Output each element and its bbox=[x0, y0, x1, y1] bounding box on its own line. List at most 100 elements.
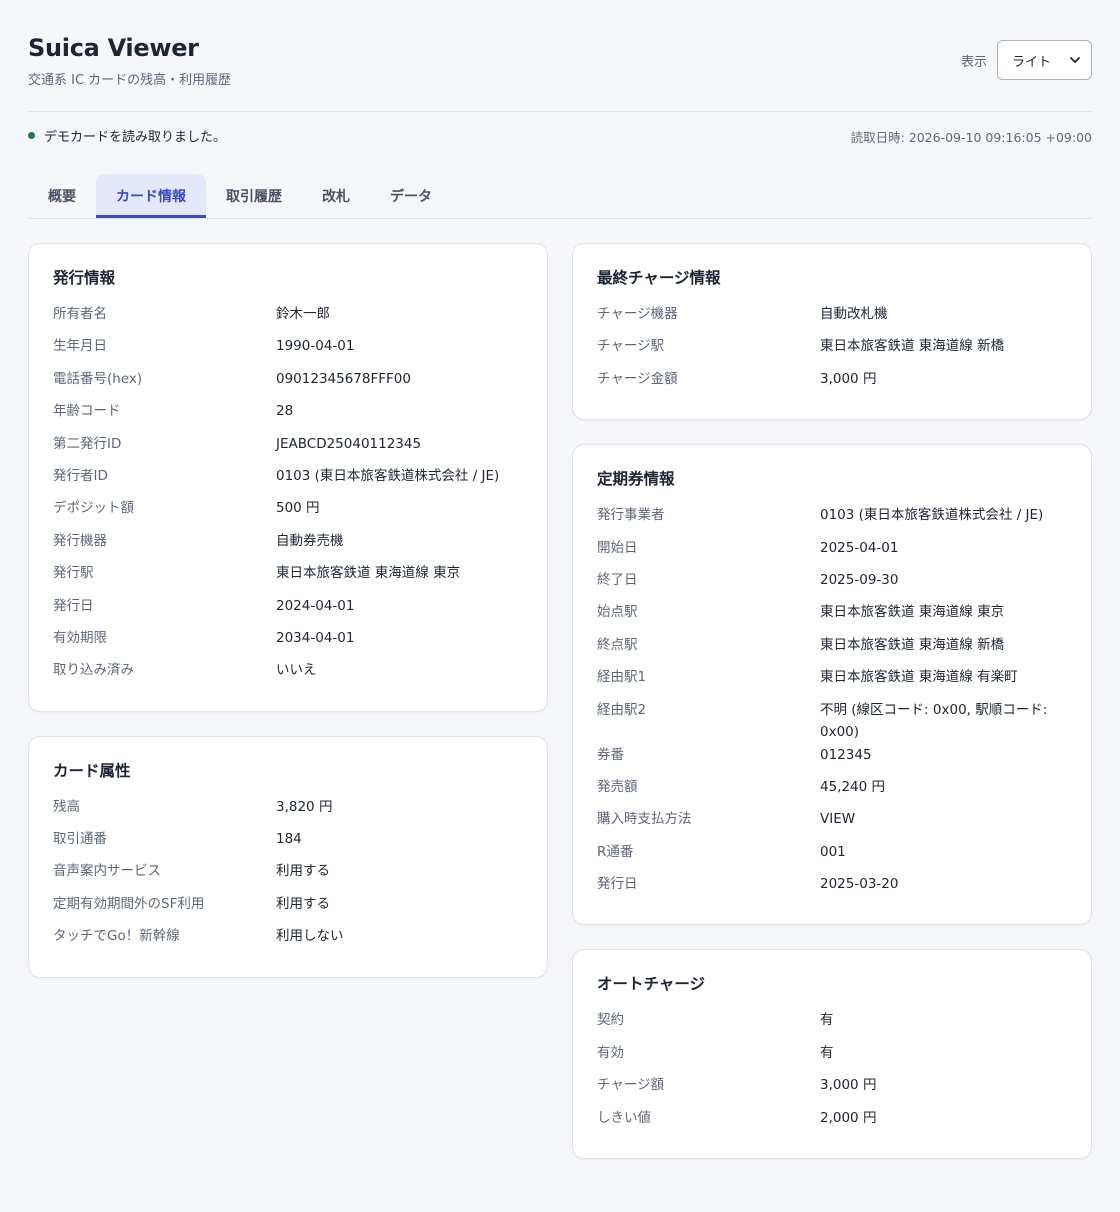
kv-row: 有効 有 bbox=[597, 1041, 1067, 1073]
kv-row: しきい値 2,000 円 bbox=[597, 1106, 1067, 1138]
kv-value: 有 bbox=[820, 1044, 834, 1061]
tab-gate[interactable]: 改札 bbox=[302, 174, 370, 218]
kv-label: R通番 bbox=[597, 843, 634, 860]
kv-row: 経由駅2 不明 (線区コード: 0x00, 駅順コード: 0x00) bbox=[597, 698, 1067, 743]
app-title: Suica Viewer bbox=[28, 34, 199, 62]
kv-row: チャージ機器 自動改札機 bbox=[597, 302, 1067, 334]
kv-label: デポジット額 bbox=[53, 500, 134, 517]
kv-value: 09012345678FFF00 bbox=[276, 370, 411, 387]
kv-row: 券番 012345 bbox=[597, 743, 1067, 775]
kv-row: 音声案内サービス 利用する bbox=[53, 859, 523, 891]
commuter-pass-card: 定期券情報 発行事業者 0103 (東日本旅客鉄道株式会社 / JE) 開始日 202… bbox=[572, 444, 1092, 926]
theme-select[interactable]: ライト bbox=[997, 40, 1092, 80]
kv-value: 東日本旅客鉄道 東海道線 有楽町 bbox=[820, 669, 1018, 686]
kv-label: 終点駅 bbox=[597, 636, 638, 653]
kv-row: タッチでGo！新幹線 利用しない bbox=[53, 924, 523, 956]
kv-value: 2,000 円 bbox=[820, 1109, 877, 1126]
kv-value: 3,000 円 bbox=[820, 1077, 877, 1094]
kv-label: 終了日 bbox=[597, 571, 638, 588]
kv-list: 所有者名 鈴木一郎 生年月日 1990-04-01 電話番号(hex) 090123456… bbox=[53, 302, 523, 691]
kv-value: 東日本旅客鉄道 東海道線 新橋 bbox=[820, 636, 1005, 653]
kv-value: 東日本旅客鉄道 東海道線 東京 bbox=[820, 604, 1005, 621]
kv-label: 発行駅 bbox=[53, 565, 94, 582]
kv-value: 3,820 円 bbox=[276, 798, 333, 815]
kv-value: 東日本旅客鉄道 東海道線 新橋 bbox=[820, 338, 1005, 355]
tab-card-info[interactable]: カード情報 bbox=[96, 174, 206, 218]
kv-value: 利用する bbox=[276, 863, 330, 880]
kv-label: チャージ駅 bbox=[597, 338, 665, 355]
card-title: 最終チャージ情報 bbox=[597, 269, 721, 287]
issue-info-card: 発行情報 所有者名 鈴木一郎 生年月日 1990-04-01 電話番号(hex) 0901… bbox=[28, 243, 548, 712]
kv-row: 発行機器 自動券売機 bbox=[53, 529, 523, 561]
kv-label: 発行機器 bbox=[53, 532, 107, 549]
kv-row: 有効期限 2034-04-01 bbox=[53, 626, 523, 658]
status-bar: デモカードを読み取りました。 読取日時: 2026-09-10 09:16:05… bbox=[28, 112, 1092, 156]
kv-value: 自動券売機 bbox=[276, 532, 344, 549]
theme-select-value: ライト bbox=[1012, 54, 1052, 70]
kv-row: 定期有効期間外のSF利用 利用する bbox=[53, 892, 523, 924]
status-message: デモカードを読み取りました。 bbox=[28, 126, 226, 145]
kv-label: チャージ機器 bbox=[597, 306, 678, 322]
read-timestamp: 読取日時: 2026-09-10 09:16:05 +09:00 bbox=[850, 130, 1092, 145]
kv-value: 2024-04-01 bbox=[276, 597, 355, 614]
tab-transaction-history[interactable]: 取引履歴 bbox=[206, 174, 302, 218]
kv-label: しきい値 bbox=[597, 1109, 651, 1126]
kv-label: 発行事業者 bbox=[597, 507, 665, 524]
kv-value: 利用しない bbox=[276, 928, 344, 945]
kv-row: 契約 有 bbox=[597, 1008, 1067, 1040]
card-title: 定期券情報 bbox=[597, 470, 675, 489]
kv-label: 取引通番 bbox=[53, 831, 107, 848]
kv-label: 有効期限 bbox=[53, 629, 107, 646]
kv-list: 発行事業者 0103 (東日本旅客鉄道株式会社 / JE) 開始日 2025-04-0… bbox=[597, 503, 1067, 904]
kv-list: チャージ機器 自動改札機 チャージ駅 東日本旅客鉄道 東海道線 新橋 チャージ金額 3,0… bbox=[597, 302, 1067, 399]
kv-row: 終点駅 東日本旅客鉄道 東海道線 新橋 bbox=[597, 633, 1067, 665]
kv-row: チャージ額 3,000 円 bbox=[597, 1073, 1067, 1105]
last-charge-card: 最終チャージ情報 チャージ機器 自動改札機チャージ駅 東日本旅客鉄道 東海道線 新橋… bbox=[572, 243, 1092, 421]
kv-label: 音声案内サービス bbox=[53, 863, 161, 880]
chevron-down-icon bbox=[1070, 57, 1080, 63]
tab-overview[interactable]: 概要 bbox=[28, 174, 96, 218]
display-label: 表示 bbox=[960, 54, 987, 70]
kv-row: 発行駅 東日本旅客鉄道 東海道線 東京 bbox=[53, 561, 523, 593]
auto-charge-card: オートチャージ 契約有有効有チャージ額 3,000 円しきい値 2,000 円 bbox=[572, 949, 1092, 1160]
kv-label: 電話番号(hex) bbox=[53, 370, 143, 387]
kv-label: 取り込み済み bbox=[53, 662, 134, 679]
kv-label: 発行日 bbox=[53, 597, 94, 614]
kv-value: 3,000 円 bbox=[820, 370, 877, 387]
kv-label: 生年月日 bbox=[53, 338, 107, 355]
kv-value: 001 bbox=[820, 843, 846, 860]
page: Suica Viewer 交通系 IC カードの残高・利用履歴 表示 ライト デ… bbox=[0, 0, 1120, 1212]
kv-label: 発行日 bbox=[597, 876, 638, 893]
kv-value: JEABCD25040112345 bbox=[276, 435, 422, 452]
card-title: 発行情報 bbox=[53, 269, 116, 287]
kv-value: 2034-04-01 bbox=[276, 629, 355, 646]
tab-data[interactable]: データ bbox=[370, 174, 452, 218]
kv-value: 0103 (東日本旅客鉄道株式会社 / JE) bbox=[276, 467, 500, 484]
kv-row: 生年月日 1990-04-01 bbox=[53, 334, 523, 366]
kv-value: 500 円 bbox=[276, 500, 320, 517]
kv-value: 2025-03-20 bbox=[820, 876, 899, 893]
status-dot-icon bbox=[28, 132, 35, 139]
app-header: Suica Viewer 交通系 IC カードの残高・利用履歴 表示 ライト bbox=[28, 0, 1092, 112]
kv-row: 経由駅1 東日本旅客鉄道 東海道線 有楽町 bbox=[597, 665, 1067, 697]
kv-row: デポジット額 500 円 bbox=[53, 496, 523, 528]
tab-bar: 概要 カード情報 取引履歴 改札 データ bbox=[28, 156, 1092, 219]
kv-row: 発売額 45,240 円 bbox=[597, 775, 1067, 807]
kv-row: 電話番号(hex) 09012345678FFF00 bbox=[53, 367, 523, 399]
kv-value: 2025-09-30 bbox=[820, 571, 899, 588]
kv-label: 開始日 bbox=[597, 539, 638, 556]
kv-value: 0103 (東日本旅客鉄道株式会社 / JE) bbox=[820, 507, 1044, 524]
kv-row: 始点駅 東日本旅客鉄道 東海道線 東京 bbox=[597, 600, 1067, 632]
kv-value: 012345 bbox=[820, 746, 872, 763]
kv-row: 発行日 2025-03-20 bbox=[597, 872, 1067, 904]
kv-label: タッチでGo！新幹線 bbox=[53, 928, 180, 945]
kv-label: 契約 bbox=[597, 1012, 624, 1029]
kv-row: 残高 3,820 円 bbox=[53, 795, 523, 827]
kv-label: 発行者ID bbox=[53, 467, 108, 484]
kv-row: 終了日 2025-09-30 bbox=[597, 568, 1067, 600]
kv-value: 28 bbox=[276, 403, 294, 420]
kv-label: 始点駅 bbox=[597, 604, 638, 621]
app-subtitle: 交通系 IC カードの残高・利用履歴 bbox=[28, 73, 232, 88]
kv-row: 取引通番 184 bbox=[53, 827, 523, 859]
display-control: 表示 ライト bbox=[961, 40, 1092, 80]
